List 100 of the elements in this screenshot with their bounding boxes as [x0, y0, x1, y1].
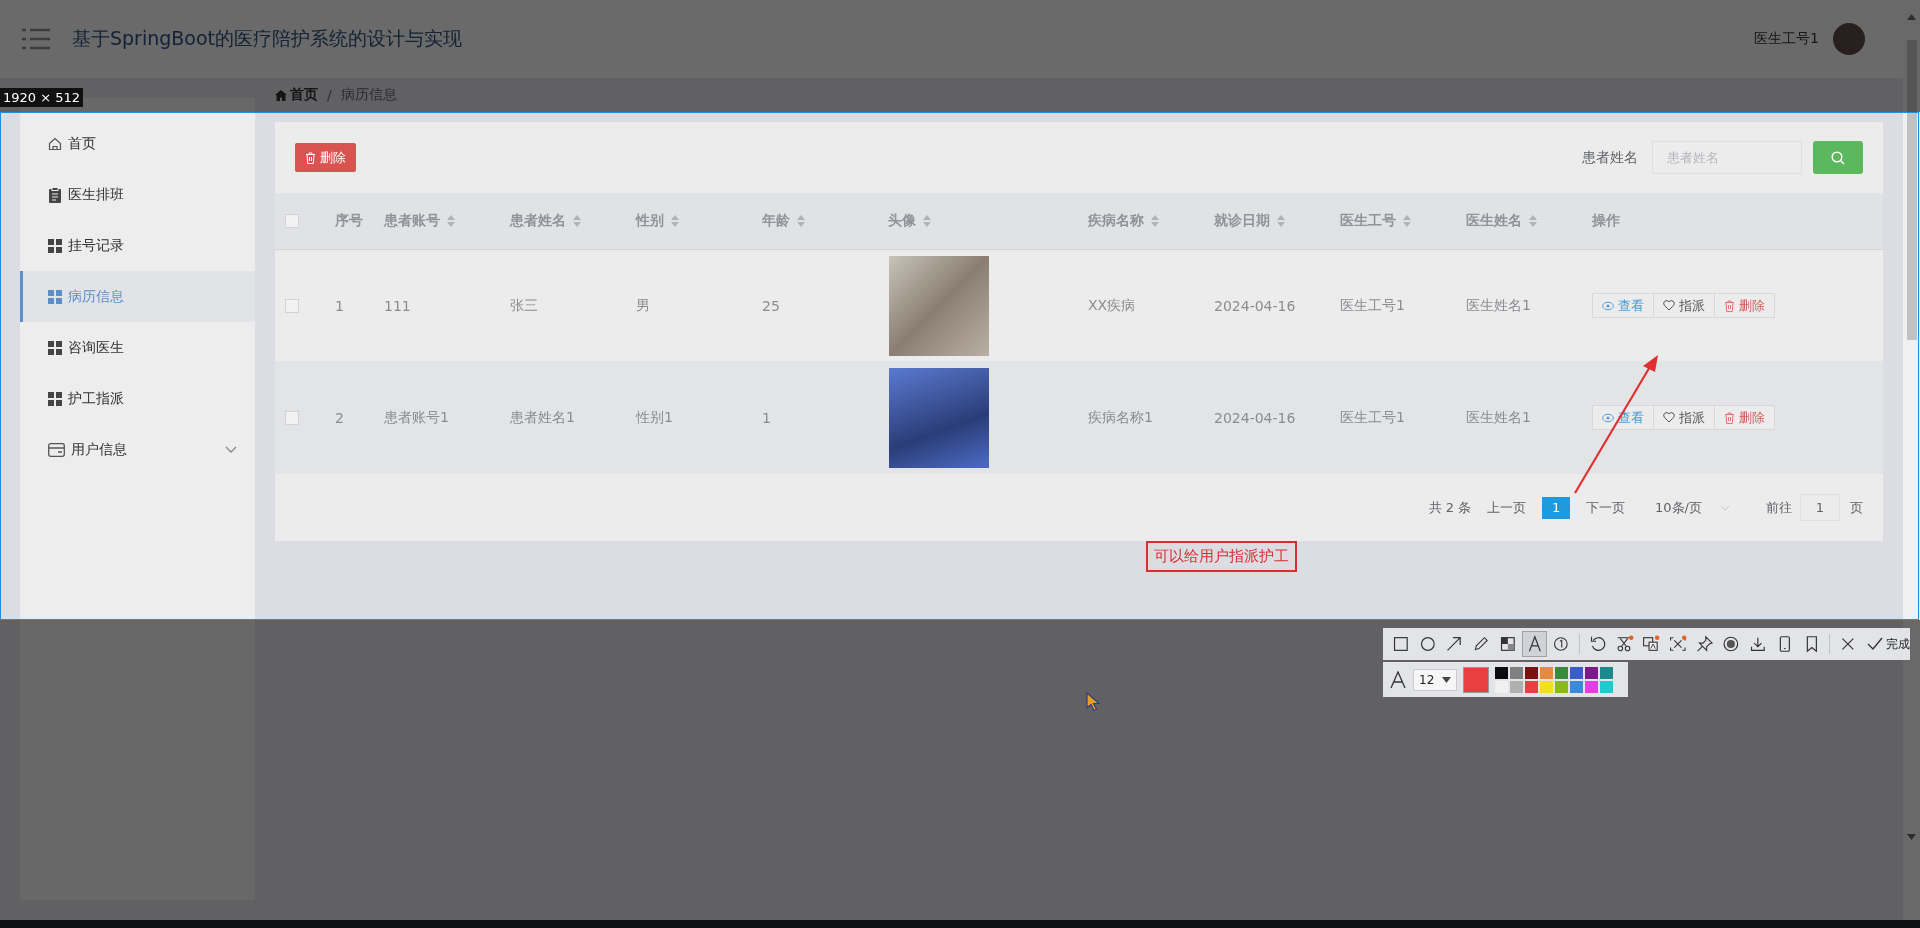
selection-frame[interactable]: [0, 112, 1919, 620]
column-header: 序号: [335, 212, 363, 230]
scroll-down-icon[interactable]: [1907, 834, 1916, 840]
sort-icon[interactable]: [1529, 215, 1537, 227]
check-icon: [1866, 637, 1883, 651]
table-cell: 疾病名称1: [1088, 408, 1153, 427]
trash-icon: [305, 151, 316, 164]
table-cell: XX疾病: [1088, 296, 1136, 315]
sidebar-item[interactable]: 挂号记录: [20, 220, 255, 271]
checkbox[interactable]: [285, 298, 299, 313]
column-header: 操作: [1592, 212, 1620, 230]
trash-icon: [1724, 299, 1735, 312]
sort-icon[interactable]: [1151, 215, 1159, 227]
card-icon: [48, 442, 65, 457]
scrollbar-thumb[interactable]: [1906, 40, 1917, 340]
table-cell: 医生姓名1: [1466, 296, 1531, 315]
sidebar-item[interactable]: 护工指派: [20, 373, 255, 424]
font-size-select[interactable]: 12: [1413, 668, 1457, 691]
color-swatch[interactable]: [1495, 680, 1508, 693]
column-header: 医生工号: [1340, 212, 1396, 230]
grid-icon: [48, 340, 62, 355]
clipboard-icon: [48, 186, 62, 203]
table-cell: 男: [636, 296, 650, 315]
column-header: 就诊日期: [1214, 212, 1270, 230]
selection-size-label: 1920 × 512: [0, 88, 84, 107]
sort-icon[interactable]: [1403, 215, 1411, 227]
sidebar-item[interactable]: 首页: [20, 118, 255, 169]
table-cell: 医生工号1: [1340, 408, 1405, 427]
sort-icon[interactable]: [447, 215, 455, 227]
column-header: 年龄: [762, 212, 790, 230]
page-unit-label: 页: [1850, 498, 1863, 517]
assign-button[interactable]: 指派: [1654, 405, 1715, 430]
sidebar-item[interactable]: 咨询医生: [20, 322, 255, 373]
annotation-text[interactable]: 可以给用户指派护工: [1146, 541, 1297, 572]
user-name[interactable]: 医生工号1: [1754, 30, 1819, 48]
color-swatch[interactable]: [1510, 680, 1523, 693]
sort-icon[interactable]: [573, 215, 581, 227]
sort-icon[interactable]: [923, 215, 931, 227]
table-cell: 医生姓名1: [1466, 408, 1531, 427]
color-swatch[interactable]: [1570, 680, 1583, 693]
delete-button[interactable]: 删除: [1715, 293, 1775, 318]
color-swatch[interactable]: [1570, 666, 1583, 679]
sidebar-item[interactable]: 用户信息: [20, 424, 255, 475]
assign-button[interactable]: 指派: [1654, 293, 1715, 318]
checkbox[interactable]: [285, 214, 299, 228]
page-button[interactable]: 1: [1542, 496, 1571, 519]
color-swatch[interactable]: [1525, 680, 1538, 693]
prev-page-button[interactable]: 上一页: [1487, 498, 1527, 517]
color-swatch[interactable]: [1555, 680, 1568, 693]
color-swatch[interactable]: [1525, 666, 1538, 679]
table-cell: 1: [335, 297, 344, 314]
menu-icon[interactable]: [22, 28, 50, 50]
color-swatch[interactable]: [1510, 666, 1523, 679]
next-page-button[interactable]: 下一页: [1586, 498, 1626, 517]
color-swatch[interactable]: [1540, 680, 1553, 693]
color-swatch[interactable]: [1600, 666, 1613, 679]
table-cell: 2024-04-16: [1214, 409, 1296, 426]
sidebar-item[interactable]: 医生排班: [20, 169, 255, 220]
table-cell: 患者姓名1: [510, 408, 575, 427]
column-header: 头像: [888, 212, 916, 230]
color-swatch[interactable]: [1585, 680, 1598, 693]
checkbox[interactable]: [285, 410, 299, 425]
sort-icon[interactable]: [671, 215, 679, 227]
page-input[interactable]: 1: [1800, 494, 1840, 521]
search-icon: [1831, 150, 1845, 165]
color-swatch[interactable]: [1600, 680, 1613, 693]
scroll-up-icon[interactable]: [1907, 14, 1916, 20]
color-swatch[interactable]: [1540, 666, 1553, 679]
delete-button[interactable]: 删除: [295, 143, 356, 172]
search-label: 患者姓名: [1582, 148, 1638, 167]
table-cell: 111: [384, 297, 411, 314]
goto-label: 前往: [1766, 498, 1792, 517]
heart-icon: [1663, 300, 1675, 311]
eye-icon: [1602, 412, 1614, 423]
caret-icon: [1442, 676, 1451, 683]
grid-icon: [48, 289, 62, 304]
search-button[interactable]: [1813, 141, 1863, 174]
table-cell: 患者账号1: [384, 408, 449, 427]
done-button[interactable]: 完成: [1866, 635, 1910, 653]
page-size-select[interactable]: 10条/页: [1655, 498, 1730, 517]
text-tool-icon[interactable]: [1522, 632, 1547, 656]
table-cell: 性别1: [636, 408, 673, 427]
breadcrumb-link[interactable]: 首页: [290, 86, 318, 104]
current-color-swatch[interactable]: [1463, 666, 1489, 693]
sort-icon[interactable]: [1277, 215, 1285, 227]
avatar[interactable]: [1833, 23, 1865, 55]
sort-icon[interactable]: [797, 215, 805, 227]
color-swatch[interactable]: [1495, 666, 1508, 679]
color-swatch[interactable]: [1585, 666, 1598, 679]
chevron-down-icon: [225, 445, 237, 454]
chevron-down-icon: [1720, 504, 1730, 511]
table-cell: 医生工号1: [1340, 296, 1405, 315]
delete-button[interactable]: 删除: [1715, 405, 1775, 430]
column-header: 医生姓名: [1466, 212, 1522, 230]
breadcrumb-separator: /: [327, 87, 332, 103]
color-swatch[interactable]: [1555, 666, 1568, 679]
table-cell: 1: [762, 409, 771, 426]
table-cell: 2024-04-16: [1214, 297, 1296, 314]
column-header: 患者姓名: [510, 212, 566, 230]
app-title: 基于SpringBoot的医疗陪护系统的设计与实现: [72, 26, 463, 51]
